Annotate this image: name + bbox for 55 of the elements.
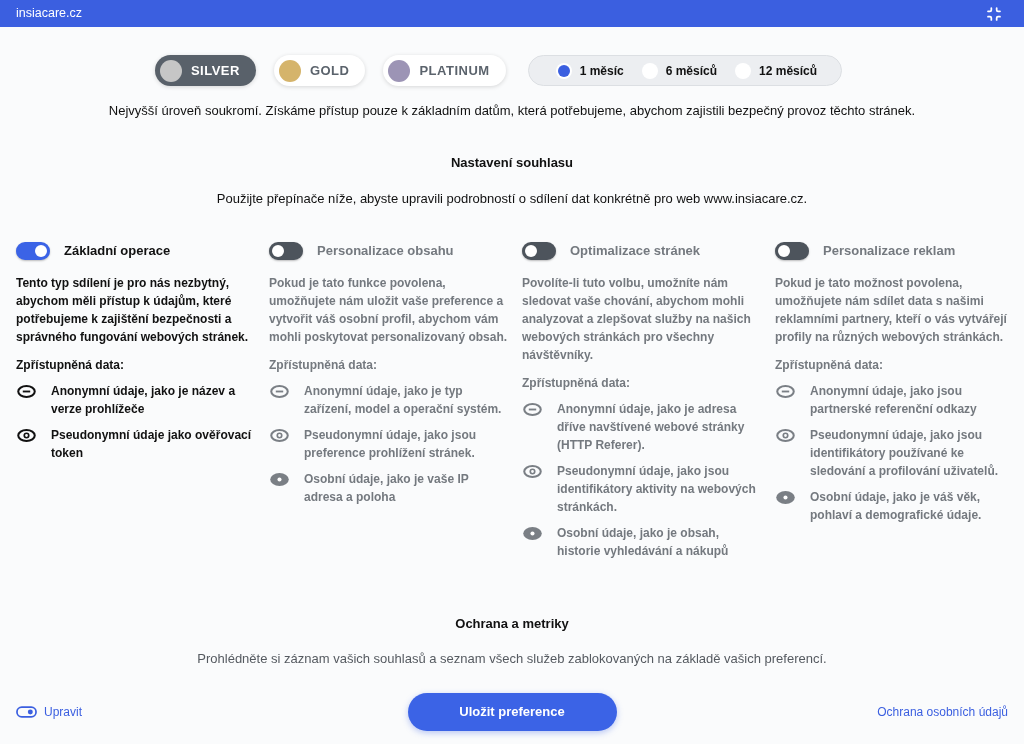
category-description: Tento typ sdílení je pro nás nezbytný, abychom měli přístup k údajům, které potřebujeme k zajištění bezpečnosti a správného fungování webových stránek. — [16, 275, 250, 346]
section-title: Ochrana a metriky — [455, 615, 569, 633]
period-option[interactable]: 6 měsíců — [641, 61, 718, 80]
data-heading: Zpřístupněná data: — [269, 357, 378, 374]
data-item-text: Osobní údaje, jako je obsah, historie vyhledávání a nákupů — [557, 525, 730, 560]
minus-circle-icon — [270, 384, 289, 398]
filled-eye-icon — [523, 526, 542, 540]
section-subtitle: Použijte přepínače níže, abyste upravili podrobností o sdílení dat konkrétně pro web www.insiacare.cz. — [215, 190, 809, 208]
category-title: Základní operace — [64, 242, 171, 261]
privacy-link[interactable]: Ochrana osobních údajů — [877, 703, 1008, 721]
section-subtitle: Prohlédněte si záznam vašich souhlasů a seznam všech služeb zablokovaných na základě vašich preferencí. — [197, 650, 827, 668]
toggle-switch[interactable] — [522, 242, 556, 260]
category-description: Pokud je tato funkce povolena, umožňujete nám uložit vaše preference a vytvořit váš osobní profil, abychom vám mohli poskytovat personalizovaný obsah. — [269, 275, 509, 346]
data-item-text: Pseudonymní údaje, jako jsou preference prohlížení stránek. — [304, 427, 478, 462]
tier-description: Nejvyšší úroveň soukromí. Získáme přístup pouze k základním datům, která potřebujeme, abychom zajistili bezpečný provoz těchto stránek. — [107, 102, 917, 120]
edit-link[interactable]: Upravit — [16, 703, 216, 721]
category-description: Povolíte-li tuto volbu, umožníte nám sledovat vaše chování, abychom mohli analyzovat a zlepšovat služby na našich webových stránkách pro všechny návštěvníky. — [522, 275, 752, 364]
save-button[interactable]: Uložit preference — [407, 693, 617, 731]
period-option[interactable]: 12 měsíců — [735, 61, 818, 80]
eye-icon — [270, 428, 289, 442]
data-item-text: Anonymní údaje, jako je typ zařízení, model a operační systém. — [304, 383, 503, 418]
data-heading: Zpřístupněná data: — [16, 357, 125, 374]
data-item-text: Pseudonymní údaje, jako jsou identifikátory aktivity na webových stránkách. — [557, 463, 757, 516]
eye-icon — [17, 428, 36, 442]
category-title: Personalizace obsahu — [317, 242, 454, 261]
data-item-text: Anonymní údaje, jako je adresa dříve navštívené webové stránky (HTTP Referer). — [557, 401, 746, 454]
toggle-icon — [16, 706, 37, 718]
filled-eye-icon — [776, 490, 795, 504]
category-description: Pokud je tato možnost povolena, umožňujete nám sdílet data s našimi reklamními partnery, kteří o vás vytvářejí profily na různých webových stránkách. — [775, 275, 1008, 346]
tier-button[interactable]: GOLD — [273, 55, 366, 86]
data-heading: Zpřístupněná data: — [522, 375, 631, 392]
section-title: Nastavení souhlasu — [449, 154, 575, 172]
toggle-switch[interactable] — [775, 242, 809, 260]
site-title: insiacare.cz — [16, 5, 82, 23]
minus-circle-icon — [776, 384, 795, 398]
minus-circle-icon — [523, 402, 542, 416]
filled-eye-icon — [270, 472, 289, 486]
minimize-icon[interactable] — [986, 5, 1002, 22]
minus-circle-icon — [17, 384, 36, 398]
data-item-text: Anonymní údaje, jako je název a verze prohlížeče — [51, 383, 237, 418]
data-item-text: Osobní údaje, jako je váš věk, pohlaví a demografické údaje. — [810, 489, 983, 524]
data-item-text: Pseudonymní údaje, jako jsou identifikátory používané ke sledování a profilování uživatelů. — [810, 427, 1000, 480]
data-heading: Zpřístupněná data: — [775, 357, 884, 374]
toggle-switch[interactable] — [16, 242, 50, 260]
eye-icon — [523, 464, 542, 478]
category-title: Personalizace reklam — [823, 242, 956, 261]
category-title: Optimalizace stránek — [570, 242, 701, 261]
eye-icon — [776, 428, 795, 442]
data-item-text: Anonymní údaje, jako jsou partnerské referenční odkazy — [810, 383, 978, 418]
period-option[interactable]: 1 měsíc — [555, 61, 624, 80]
tier-button[interactable]: SILVER — [154, 55, 256, 86]
data-item-text: Pseudonymní údaje jako ověřovací token — [51, 427, 253, 462]
tier-button[interactable]: PLATINUM — [383, 55, 506, 86]
data-item-text: Osobní údaje, jako je vaše IP adresa a poloha — [304, 471, 470, 506]
toggle-switch[interactable] — [269, 242, 303, 260]
